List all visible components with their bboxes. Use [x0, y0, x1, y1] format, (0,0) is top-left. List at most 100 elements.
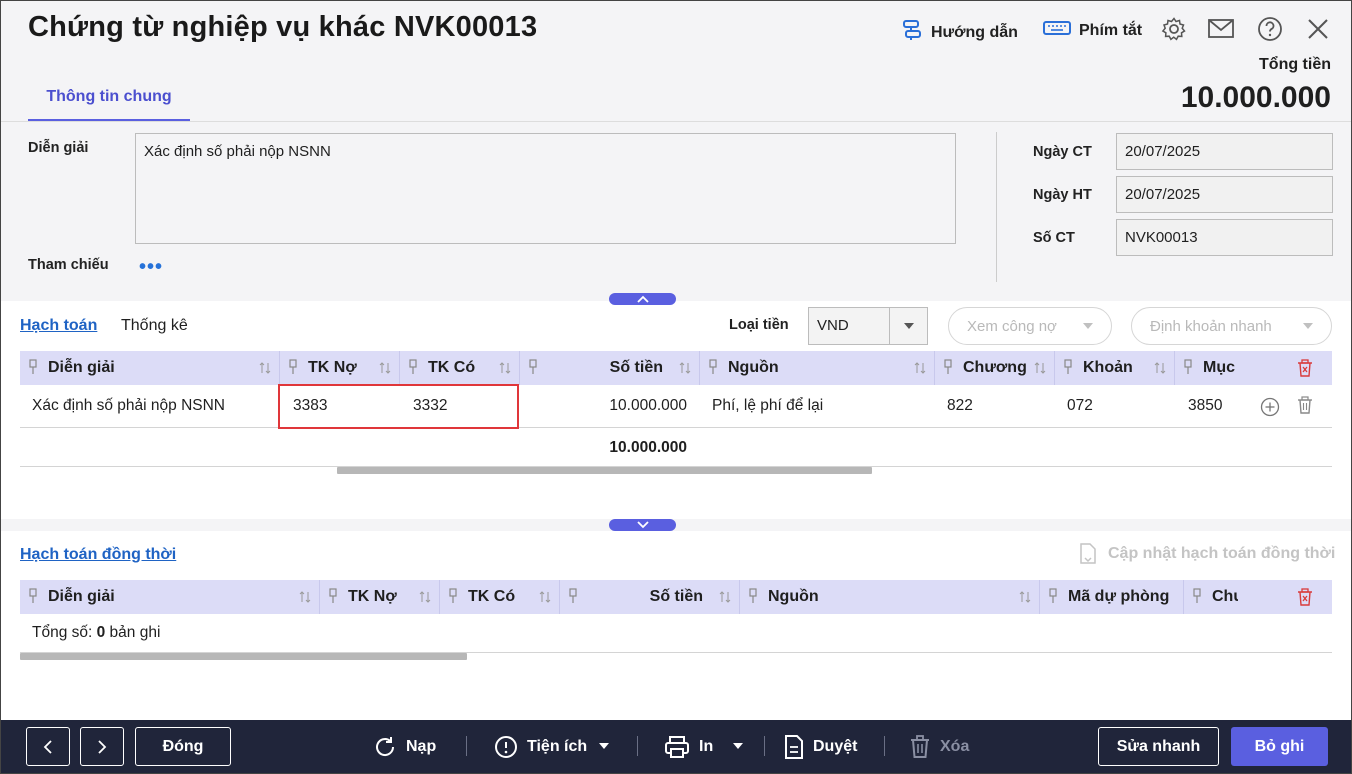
collapse-down-button[interactable] [609, 519, 676, 531]
doc-date-label: Ngày CT [1033, 144, 1092, 160]
pin-icon [28, 359, 38, 380]
pin-icon [28, 588, 38, 609]
section-divider [1, 519, 1351, 531]
sort-icon [1034, 361, 1046, 379]
close-button[interactable]: Đóng [135, 727, 231, 766]
reference-more-button[interactable]: ••• [139, 256, 163, 279]
collapse-up-button[interactable] [609, 293, 676, 305]
mail-icon[interactable] [1207, 15, 1235, 43]
delete-button[interactable]: Xóa [909, 727, 969, 766]
horizontal-scrollbar[interactable] [337, 467, 872, 474]
pin-icon [1063, 359, 1073, 380]
gear-icon[interactable] [1160, 15, 1188, 43]
keyboard-icon [1043, 19, 1071, 42]
col-header-amount[interactable]: Số tiền [520, 351, 700, 385]
refresh-icon [373, 735, 397, 759]
quick-entry-button[interactable]: Định khoản nhanh [1131, 307, 1332, 345]
close-icon[interactable] [1304, 15, 1332, 43]
general-info-panel: Diễn giải Xác định số phải nộp NSNN Tham… [1, 121, 1351, 301]
chevron-down-icon [636, 521, 649, 529]
col-header-source[interactable]: Nguồn [700, 351, 935, 385]
shortcut-button[interactable]: Phím tắt [1043, 19, 1142, 42]
tab-general[interactable]: Thông tin chung [28, 81, 190, 122]
doc-no-field[interactable]: NVK00013 [1116, 219, 1333, 256]
col-header-label: Mục [1203, 359, 1235, 376]
chevron-left-icon [43, 739, 52, 754]
printer-icon [664, 735, 690, 759]
col-header-chapter[interactable]: Chư [1184, 580, 1238, 614]
quick-entry-label: Định khoản nhanh [1150, 317, 1272, 335]
cell-amount[interactable]: 10.000.000 [609, 397, 687, 415]
delete-label: Xóa [940, 737, 970, 755]
document-sync-icon [1080, 543, 1096, 564]
page-title: Chứng từ nghiệp vụ khác NVK00013 [28, 11, 538, 43]
tab-concurrent-accounting[interactable]: Hạch toán đồng thời [20, 546, 176, 564]
trash-icon [909, 734, 931, 759]
delete-row-icon[interactable] [1296, 396, 1314, 419]
delete-all-icon[interactable] [1296, 588, 1314, 611]
col-header-description[interactable]: Diễn giải [20, 580, 320, 614]
separator [764, 736, 765, 756]
header: Chứng từ nghiệp vụ khác NVK00013 Hướng d… [1, 1, 1351, 122]
col-header-description[interactable]: Diễn giải [20, 351, 280, 385]
sort-icon [719, 590, 731, 608]
view-debt-button[interactable]: Xem công nợ [948, 307, 1112, 345]
col-header-item[interactable]: Mục [1175, 351, 1237, 385]
reload-button[interactable]: Nạp [373, 727, 436, 766]
col-header-debit[interactable]: TK Nợ [280, 351, 400, 385]
caret-down-icon [733, 743, 744, 749]
post-date-field[interactable]: 20/07/2025 [1116, 176, 1333, 213]
pin-icon [1048, 588, 1058, 609]
quick-edit-button[interactable]: Sửa nhanh [1098, 727, 1219, 766]
view-debt-label: Xem công nợ [967, 317, 1057, 335]
cell-chapter[interactable]: 822 [947, 397, 973, 415]
cell-description[interactable]: Xác định số phải nộp NSNN [32, 397, 225, 415]
add-row-icon[interactable] [1260, 397, 1280, 421]
help-icon[interactable] [1256, 15, 1284, 43]
next-button[interactable] [80, 727, 124, 766]
col-header-reserve-code[interactable]: Mã dự phòng [1040, 580, 1184, 614]
prev-button[interactable] [26, 727, 70, 766]
approve-label: Duyệt [813, 737, 858, 755]
col-header-debit[interactable]: TK Nợ [320, 580, 440, 614]
table-row[interactable]: Xác định số phải nộp NSNN 3383 3332 10.0… [20, 385, 1332, 428]
cell-source[interactable]: Phí, lệ phí để lại [712, 397, 823, 415]
col-header-label: TK Có [468, 588, 516, 605]
unpost-button[interactable]: Bỏ ghi [1231, 727, 1328, 766]
horizontal-scrollbar[interactable] [20, 653, 467, 660]
doc-date-field[interactable]: 20/07/2025 [1116, 133, 1333, 170]
currency-select[interactable]: VND [808, 307, 928, 345]
col-header-label: Nguồn [768, 588, 819, 605]
post-date-label: Ngày HT [1033, 187, 1092, 203]
cell-section[interactable]: 072 [1067, 397, 1093, 415]
description-input[interactable]: Xác định số phải nộp NSNN [135, 133, 956, 244]
col-header-label: Số tiền [649, 588, 703, 605]
record-count-suffix: bản ghi [105, 624, 161, 641]
col-header-label: Diễn giải [48, 588, 115, 605]
col-header-source[interactable]: Nguồn [740, 580, 1040, 614]
record-count-value: 0 [96, 624, 106, 641]
utility-button[interactable]: Tiện ích [494, 727, 610, 766]
approve-button[interactable]: Duyệt [784, 727, 857, 766]
total-amount: 10.000.000 [609, 439, 687, 456]
pin-icon [288, 359, 298, 380]
tab-statistics[interactable]: Thống kê [121, 317, 188, 335]
delete-all-icon[interactable] [1296, 359, 1314, 382]
sort-icon [499, 361, 511, 379]
summary-row: Tổng số: 0 bản ghi [20, 614, 1332, 653]
col-header-section[interactable]: Khoản [1055, 351, 1175, 385]
reload-label: Nạp [406, 737, 437, 755]
col-header-chapter[interactable]: Chương [935, 351, 1055, 385]
col-header-amount[interactable]: Số tiền [560, 580, 740, 614]
guide-button[interactable]: Hướng dẫn [901, 19, 1018, 46]
col-header-credit[interactable]: TK Có [400, 351, 520, 385]
divider [996, 132, 997, 282]
pin-icon [1192, 588, 1202, 609]
col-header-credit[interactable]: TK Có [440, 580, 560, 614]
tab-accounting[interactable]: Hạch toán [20, 317, 97, 335]
shortcut-label: Phím tắt [1079, 21, 1143, 39]
update-concurrent-button[interactable]: Cập nhật hạch toán đồng thời [1078, 543, 1335, 565]
cell-item[interactable]: 3850 [1188, 397, 1222, 415]
total-label: Tổng tiền [1259, 56, 1331, 73]
print-button[interactable]: In [664, 727, 744, 766]
